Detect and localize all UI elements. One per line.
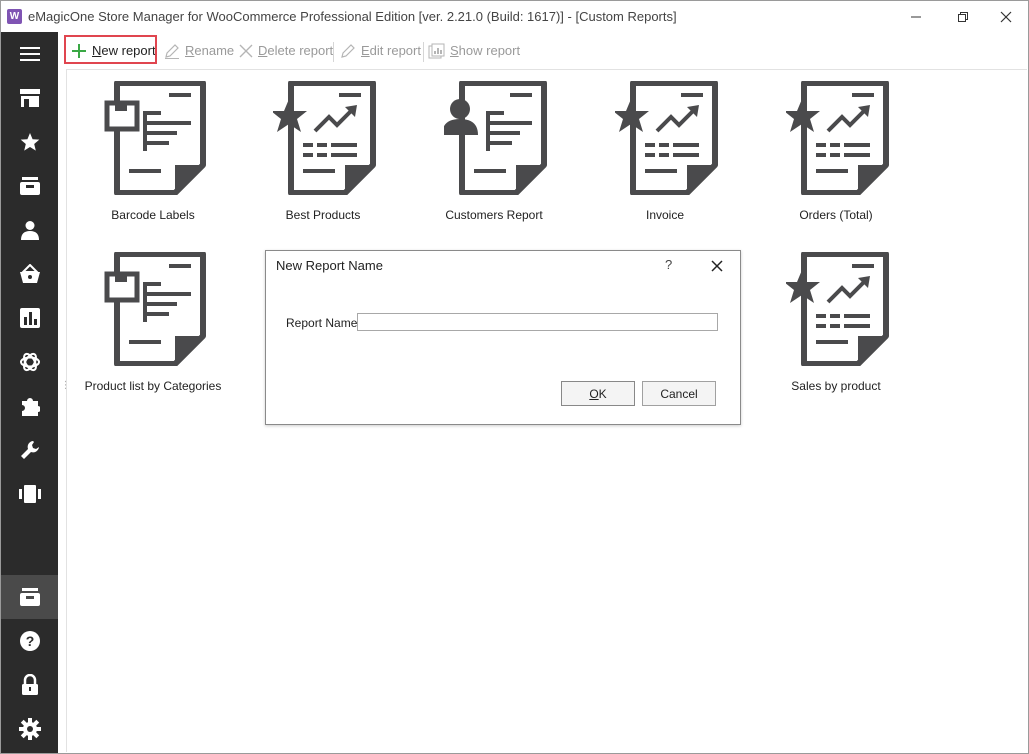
svg-text:?: ? <box>25 633 34 649</box>
star-chart-report-icon <box>786 81 889 195</box>
gear-icon <box>18 718 41 740</box>
toolbar-separator <box>423 42 424 62</box>
sidebar-item-security[interactable] <box>1 663 58 707</box>
star-chart-report-icon <box>615 81 718 195</box>
toolbar: New report Rename Delete report Edit rep… <box>58 32 1028 69</box>
report-label: Barcode Labels <box>111 208 195 222</box>
sidebar-item-slider[interactable] <box>1 472 58 516</box>
report-invoice[interactable]: Invoice <box>585 81 745 241</box>
app-window: W eMagicOne Store Manager for WooCommerc… <box>0 0 1029 754</box>
report-customers[interactable]: Customers Report <box>414 81 574 241</box>
toolbar-separator <box>333 42 334 62</box>
delete-report-button[interactable]: Delete report <box>239 37 333 64</box>
close-icon <box>1000 11 1012 22</box>
close-window-button[interactable] <box>984 1 1028 32</box>
dialog-help-button[interactable]: ? <box>665 257 672 272</box>
sidebar-item-inbox[interactable] <box>1 164 58 208</box>
report-product-list-by-categories[interactable]: Product list by Categories <box>73 252 233 412</box>
sidebar-item-custom-reports[interactable] <box>1 575 58 619</box>
sidebar-item-tools[interactable] <box>1 428 58 472</box>
ok-button[interactable]: OK <box>561 381 635 406</box>
store-icon <box>19 89 40 107</box>
star-chart-report-icon <box>786 252 889 366</box>
minimize-button[interactable] <box>894 1 938 32</box>
report-sales-by-product[interactable]: Sales by product <box>756 252 916 412</box>
help-icon: ? <box>19 631 40 651</box>
new-report-highlight <box>64 35 157 64</box>
restore-icon <box>958 11 968 22</box>
sidebar-item-customers[interactable] <box>1 208 58 252</box>
sidebar-item-store[interactable] <box>1 76 58 120</box>
box-report-icon <box>104 81 206 195</box>
delete-x-icon <box>239 44 253 57</box>
report-label: Product list by Categories <box>84 379 222 393</box>
sidebar-item-reports[interactable] <box>1 296 58 340</box>
custom-reports-icon <box>19 588 40 606</box>
sidebar-item-favorites[interactable] <box>1 120 58 164</box>
sidebar-item-orders[interactable] <box>1 252 58 296</box>
sidebar-item-help[interactable]: ? <box>1 619 58 663</box>
show-report-button[interactable]: Show report <box>428 37 520 64</box>
window-title: eMagicOne Store Manager for WooCommerce … <box>28 9 677 24</box>
title-bar: W eMagicOne Store Manager for WooCommerc… <box>1 1 1028 32</box>
sidebar-menu-toggle[interactable] <box>1 32 58 76</box>
wrench-icon <box>20 441 39 459</box>
show-report-icon <box>428 43 445 58</box>
rename-pencil-icon <box>165 43 179 59</box>
delete-report-label: Delete report <box>258 43 334 58</box>
lock-icon <box>21 674 38 695</box>
puzzle-icon <box>21 398 40 416</box>
rename-button[interactable]: Rename <box>164 37 234 64</box>
report-orders-total[interactable]: Orders (Total) <box>756 81 916 241</box>
person-report-icon <box>444 81 547 195</box>
hamburger-menu-icon <box>19 47 40 61</box>
report-label: Invoice <box>645 208 685 222</box>
rename-label: Rename <box>185 43 235 58</box>
dialog-title: New Report Name <box>276 258 383 273</box>
sidebar-item-addons[interactable] <box>1 384 58 428</box>
star-icon <box>20 133 39 151</box>
edit-report-button[interactable]: Edit report <box>340 37 421 64</box>
report-label: Customers Report <box>445 208 543 222</box>
cancel-button[interactable]: Cancel <box>642 381 716 406</box>
user-icon <box>20 221 39 240</box>
report-label: Orders (Total) <box>799 208 873 222</box>
show-report-label: Show report <box>450 43 521 58</box>
new-report-name-dialog: New Report Name ? Report Name OK Cancel <box>265 250 741 425</box>
inbox-icon <box>19 177 40 195</box>
minimize-icon <box>911 16 921 17</box>
basket-icon <box>19 264 40 283</box>
edit-report-label: Edit report <box>361 43 421 58</box>
restore-button[interactable] <box>941 1 985 32</box>
report-barcode-labels[interactable]: Barcode Labels <box>73 81 233 241</box>
close-icon <box>711 260 723 272</box>
report-label: Sales by product <box>791 379 881 393</box>
panel-splitter[interactable]: ⋮ <box>61 381 71 396</box>
carousel-icon <box>18 485 41 503</box>
box-report-icon <box>104 252 206 366</box>
star-chart-report-icon <box>273 81 376 195</box>
sidebar-item-ai[interactable] <box>1 340 58 384</box>
app-logo-icon: W <box>7 9 22 24</box>
edit-pencil-icon <box>341 43 355 58</box>
openai-icon <box>19 352 40 372</box>
sidebar: ? <box>1 32 58 753</box>
bar-chart-icon <box>19 308 40 328</box>
dialog-close-button[interactable] <box>708 257 726 275</box>
report-name-input[interactable] <box>357 313 718 331</box>
report-name-label: Report Name <box>286 316 358 330</box>
report-label: Best Products <box>285 208 361 222</box>
sidebar-item-settings[interactable] <box>1 707 58 751</box>
report-best-products[interactable]: Best Products <box>243 81 403 241</box>
